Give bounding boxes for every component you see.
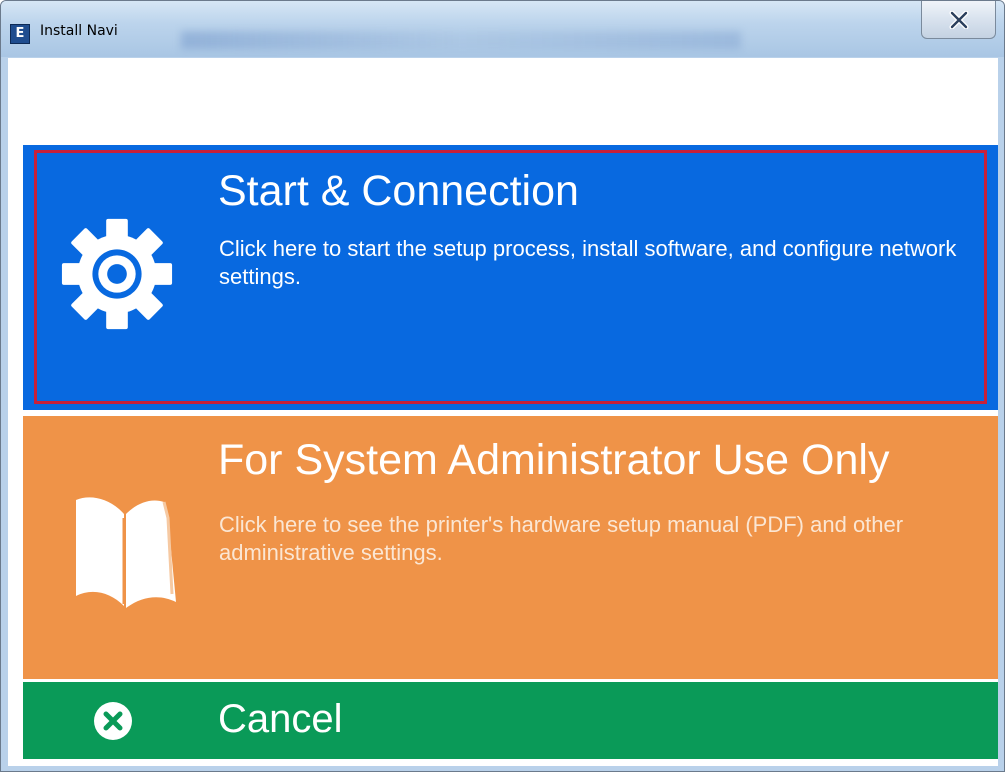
close-icon (949, 10, 968, 29)
book-icon (76, 497, 176, 608)
close-button[interactable] (921, 1, 996, 39)
top-spacer (8, 58, 998, 145)
window-title: Install Navi (40, 23, 118, 39)
start-connection-button[interactable]: Start & Connection Click here to start t… (23, 145, 998, 410)
gear-icon (61, 218, 173, 330)
system-administrator-button[interactable]: For System Administrator Use Only Click … (23, 416, 998, 679)
app-icon: E (10, 24, 30, 44)
cancel-icon (94, 702, 132, 740)
install-navi-window: E Install Navi Start & Connection Click … (0, 0, 1005, 772)
system-administrator-title: For System Administrator Use Only (218, 436, 890, 484)
system-administrator-description: Click here to see the printer's hardware… (219, 512, 904, 565)
start-connection-description: Click here to start the setup process, i… (219, 236, 957, 289)
window-bottom-border (1, 766, 1004, 771)
start-connection-title: Start & Connection (218, 167, 579, 215)
cancel-button[interactable]: Cancel (23, 682, 998, 759)
title-bar[interactable]: E Install Navi (1, 1, 1004, 57)
cancel-title: Cancel (218, 697, 343, 741)
client-area: Start & Connection Click here to start t… (8, 58, 998, 766)
